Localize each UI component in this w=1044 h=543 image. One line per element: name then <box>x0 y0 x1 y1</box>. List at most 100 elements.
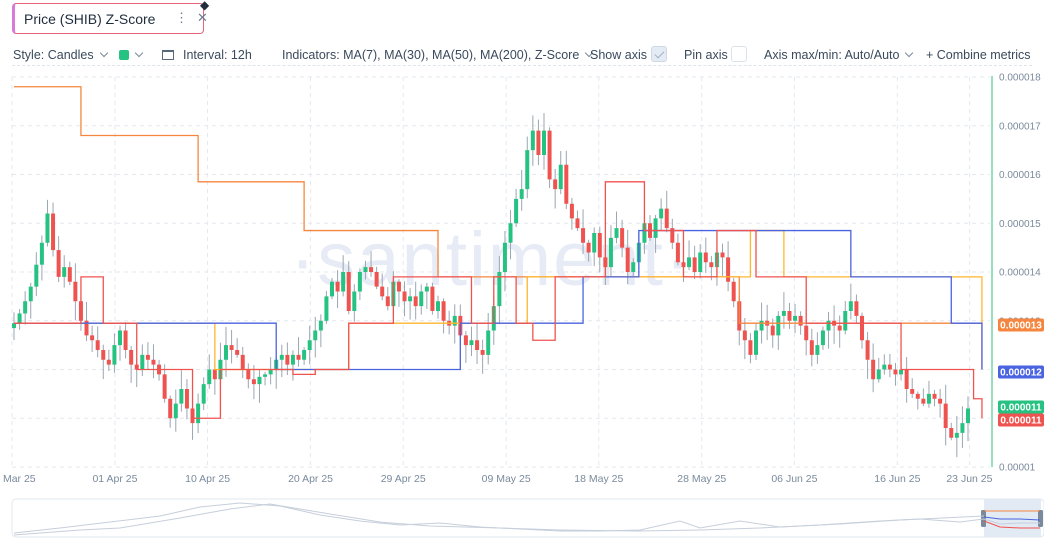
candle <box>268 369 273 375</box>
candle <box>173 403 178 419</box>
candle <box>341 272 346 292</box>
candle <box>469 340 474 346</box>
candle <box>525 150 530 190</box>
y-tick-label: 0.000016 <box>999 170 1041 181</box>
x-tick-label: 18 May 25 <box>574 473 623 485</box>
candle <box>815 345 820 355</box>
candle <box>926 393 931 404</box>
candle <box>865 340 870 360</box>
candle <box>759 320 764 331</box>
y-tick-label: 0.000017 <box>999 121 1041 132</box>
x-tick-label: 22 Mar 25 <box>0 473 36 485</box>
candle <box>385 296 390 307</box>
candle <box>502 242 507 272</box>
candle <box>452 315 457 326</box>
candle <box>837 325 842 331</box>
candle <box>770 325 775 336</box>
candle <box>631 262 636 272</box>
candle <box>179 389 184 404</box>
candle <box>335 281 340 292</box>
candle <box>558 164 563 190</box>
candle <box>703 252 708 263</box>
candle <box>871 359 876 380</box>
candle <box>508 223 513 243</box>
price-badge-label: 0.000013 <box>1000 321 1042 332</box>
candle <box>954 432 959 438</box>
candle <box>826 320 831 331</box>
candle <box>709 262 714 268</box>
candle <box>848 301 853 311</box>
candle <box>726 257 731 282</box>
candle <box>781 311 786 316</box>
candle <box>101 350 106 360</box>
candle <box>424 286 429 292</box>
candle <box>330 281 334 297</box>
candle <box>39 242 44 265</box>
x-tick-label: 20 Apr 25 <box>288 473 333 485</box>
candle <box>586 242 591 253</box>
candle <box>820 330 825 346</box>
candle <box>893 369 898 375</box>
candle <box>430 286 435 311</box>
candle <box>664 208 669 229</box>
candle <box>463 335 468 346</box>
candle <box>112 345 117 365</box>
candle <box>363 267 368 272</box>
candle <box>23 301 28 314</box>
candle <box>882 364 887 370</box>
candle <box>419 291 424 307</box>
candle <box>352 291 357 311</box>
candle <box>51 213 56 251</box>
candle <box>575 218 580 229</box>
candle <box>357 272 362 292</box>
candle <box>943 403 948 428</box>
candle <box>145 354 150 360</box>
navigator-handle-left <box>981 510 986 527</box>
candle <box>374 272 379 287</box>
candle <box>408 296 413 302</box>
candle <box>73 281 78 302</box>
candle <box>675 242 680 263</box>
candle <box>380 286 385 297</box>
candle <box>798 315 803 326</box>
candle <box>118 330 122 346</box>
candle <box>346 272 351 311</box>
candle <box>787 311 792 321</box>
candle <box>212 369 217 380</box>
candle <box>56 250 61 277</box>
candle <box>776 315 781 336</box>
candle <box>168 398 173 419</box>
candle <box>207 369 212 385</box>
x-axis: 22 Mar 25 01 Apr 25 10 Apr 25 20 Apr 25 29 A… <box>0 473 993 485</box>
candle <box>608 237 613 268</box>
candle <box>542 130 546 155</box>
candle <box>547 130 552 180</box>
candle <box>45 213 50 243</box>
y-tick-label: 0.000018 <box>999 73 1041 84</box>
candle <box>123 330 128 350</box>
y-tick-label: 0.000014 <box>999 268 1041 279</box>
candle <box>229 345 234 350</box>
candle <box>692 257 697 272</box>
candle <box>313 330 318 341</box>
candle <box>876 369 881 380</box>
candle <box>592 233 597 253</box>
navigator-handle-right <box>1038 510 1043 527</box>
candle <box>966 408 970 424</box>
price-badge-label: 0.000012 <box>1000 368 1042 379</box>
range-navigator[interactable] <box>11 498 1044 538</box>
candle <box>162 374 167 399</box>
candle <box>804 325 809 341</box>
candle <box>17 313 22 324</box>
candle <box>860 315 864 341</box>
candle <box>290 354 295 365</box>
candle <box>938 398 943 404</box>
candle <box>949 428 954 438</box>
candle <box>263 374 268 377</box>
candle <box>302 350 307 360</box>
candle <box>441 301 446 321</box>
price-chart[interactable]: ·santiment· 0.0000180.0000170.0000160.00… <box>0 0 1044 543</box>
candle <box>257 376 262 385</box>
candle <box>614 228 619 238</box>
candle <box>369 267 374 272</box>
